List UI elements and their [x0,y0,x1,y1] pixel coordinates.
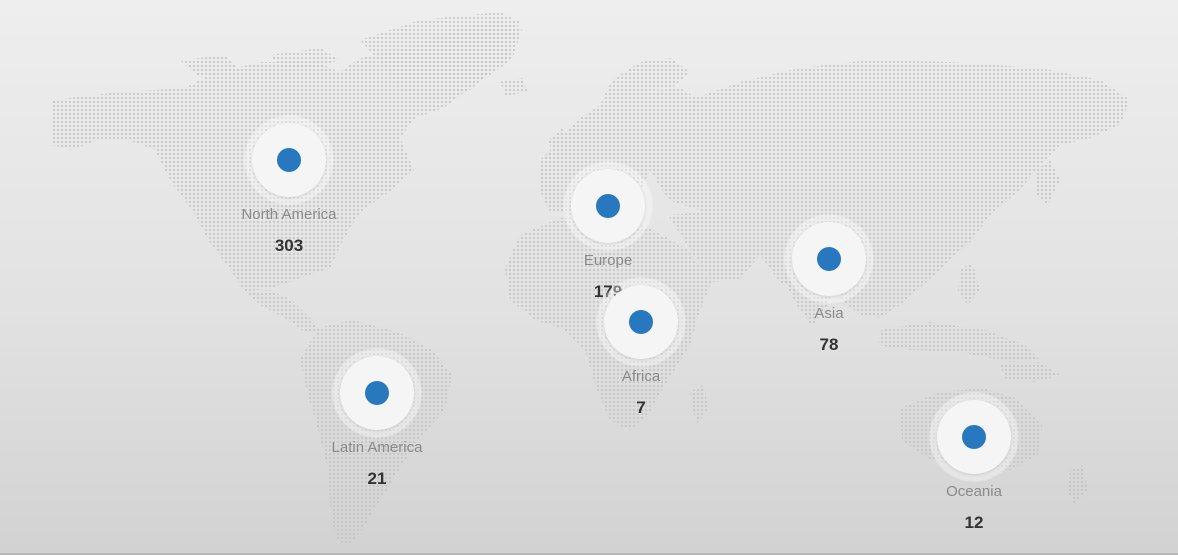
region-count: 303 [274,236,304,255]
region-name: Oceania [946,483,1002,500]
region-name: Asia [814,305,844,322]
location-pin-icon [596,194,620,218]
marker-disc [937,400,1011,474]
marker-disc [571,169,645,243]
region-marker-asia[interactable]: Asia 78 [759,215,899,355]
marker-ring[interactable] [785,215,873,303]
region-count: 12 [964,513,984,532]
region-marker-africa[interactable]: Africa 7 [571,278,711,418]
marker-ring[interactable] [564,162,652,250]
location-pin-icon [962,425,986,449]
marker-disc [604,285,678,359]
marker-ring[interactable] [930,393,1018,481]
marker-ring[interactable] [333,349,421,437]
marker-disc [340,356,414,430]
marker-disc [792,222,866,296]
location-pin-icon [277,148,301,172]
region-count: 21 [367,469,387,488]
region-marker-latin-america[interactable]: Latin America 21 [307,349,447,489]
region-marker-north-america[interactable]: North America 303 [219,116,359,256]
location-pin-icon [817,247,841,271]
region-count: 7 [636,398,646,417]
region-name: North America [241,206,337,223]
marker-ring[interactable] [245,116,333,204]
region-name: Africa [621,368,661,385]
marker-ring[interactable] [597,278,685,366]
world-map-panel: North America 303 Europe 179 Asia 78 Afr… [0,0,1178,555]
region-name: Europe [583,252,633,269]
location-pin-icon [365,381,389,405]
region-marker-oceania[interactable]: Oceania 12 [904,393,1044,533]
region-name: Latin America [331,439,423,456]
region-count: 78 [819,335,839,354]
location-pin-icon [629,310,653,334]
marker-disc [252,123,326,197]
